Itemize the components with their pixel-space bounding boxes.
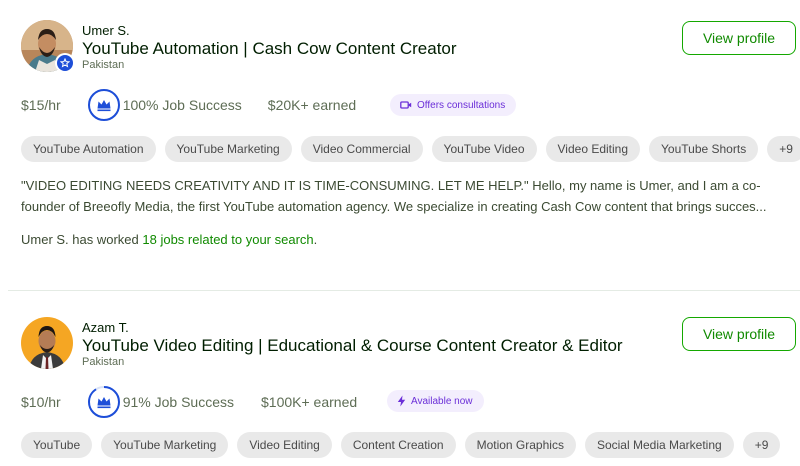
stats-row: $15/hr 100% Job Success $20K+ earned xyxy=(21,88,357,122)
skill-tag[interactable]: YouTube Marketing xyxy=(101,432,229,458)
avatar[interactable] xyxy=(21,317,73,369)
freelancer-country: Pakistan xyxy=(82,356,125,368)
crown-icon xyxy=(87,89,120,121)
freelancer-description[interactable]: "VIDEO EDITING NEEDS CREATIVITY AND IT I… xyxy=(21,175,796,217)
consultation-label: Offers consultations xyxy=(417,99,506,111)
hourly-rate: $10/hr xyxy=(21,394,61,410)
star-icon xyxy=(60,58,70,68)
related-jobs-prefix: Umer S. has worked xyxy=(21,232,143,247)
skill-tags: YouTube Automation YouTube Marketing Vid… xyxy=(21,136,800,162)
more-skills-tag[interactable]: +9 xyxy=(742,432,781,458)
related-jobs-text: Umer S. has worked 18 jobs related to yo… xyxy=(21,232,317,247)
more-skills-tag[interactable]: +9 xyxy=(767,136,800,162)
skill-tag[interactable]: Video Editing xyxy=(237,432,332,458)
availability-label: Available now xyxy=(411,395,473,407)
view-profile-button[interactable]: View profile xyxy=(682,317,796,351)
job-success-badge xyxy=(87,385,121,419)
job-success-text: 91% Job Success xyxy=(122,394,234,410)
crown-icon xyxy=(87,386,120,418)
job-success-text: 100% Job Success xyxy=(122,97,242,113)
skill-tag[interactable]: YouTube xyxy=(21,432,93,458)
freelancer-card[interactable]: Umer S. YouTube Automation | Cash Cow Co… xyxy=(0,0,800,290)
skill-tags: YouTube YouTube Marketing Video Editing … xyxy=(21,432,781,458)
job-success-badge xyxy=(87,88,121,122)
freelancer-name[interactable]: Azam T. xyxy=(82,320,129,335)
related-jobs-link[interactable]: 18 jobs related to your search xyxy=(142,232,313,247)
availability-badge: Available now xyxy=(387,390,484,412)
skill-tag[interactable]: YouTube Automation xyxy=(21,136,156,162)
freelancer-country: Pakistan xyxy=(82,59,125,71)
skill-tag[interactable]: Motion Graphics xyxy=(464,432,576,458)
skill-tag[interactable]: YouTube Marketing xyxy=(164,136,292,162)
total-earned: $20K+ earned xyxy=(267,97,357,113)
hourly-rate: $15/hr xyxy=(21,97,61,113)
description-line: "VIDEO EDITING NEEDS CREATIVITY AND IT I… xyxy=(21,178,761,193)
description-line: founder of Breeofly Media, the first You… xyxy=(21,199,767,214)
skill-tag[interactable]: YouTube Video xyxy=(431,136,537,162)
total-earned: $100K+ earned xyxy=(261,394,358,410)
skill-tag[interactable]: Content Creation xyxy=(340,432,456,458)
freelancer-title[interactable]: YouTube Automation | Cash Cow Content Cr… xyxy=(82,39,457,59)
view-profile-button[interactable]: View profile xyxy=(682,21,796,55)
skill-tag[interactable]: YouTube Shorts xyxy=(649,136,759,162)
stats-row: $10/hr 91% Job Success $100K+ earned xyxy=(21,385,358,419)
avatar-photo xyxy=(21,317,73,369)
skill-tag[interactable]: Video Editing xyxy=(545,136,641,162)
lightning-icon xyxy=(397,395,406,407)
verified-badge xyxy=(55,53,75,73)
freelancer-name[interactable]: Umer S. xyxy=(82,23,130,38)
related-jobs-suffix: . xyxy=(313,232,318,247)
video-icon xyxy=(400,101,412,109)
consultation-badge: Offers consultations xyxy=(390,94,517,116)
freelancer-card[interactable]: Azam T. YouTube Video Editing | Educatio… xyxy=(0,291,800,466)
freelancer-title[interactable]: YouTube Video Editing | Educational & Co… xyxy=(82,336,623,356)
avatar[interactable] xyxy=(21,20,75,73)
skill-tag[interactable]: Video Commercial xyxy=(300,136,423,162)
skill-tag[interactable]: Social Media Marketing xyxy=(584,432,734,458)
